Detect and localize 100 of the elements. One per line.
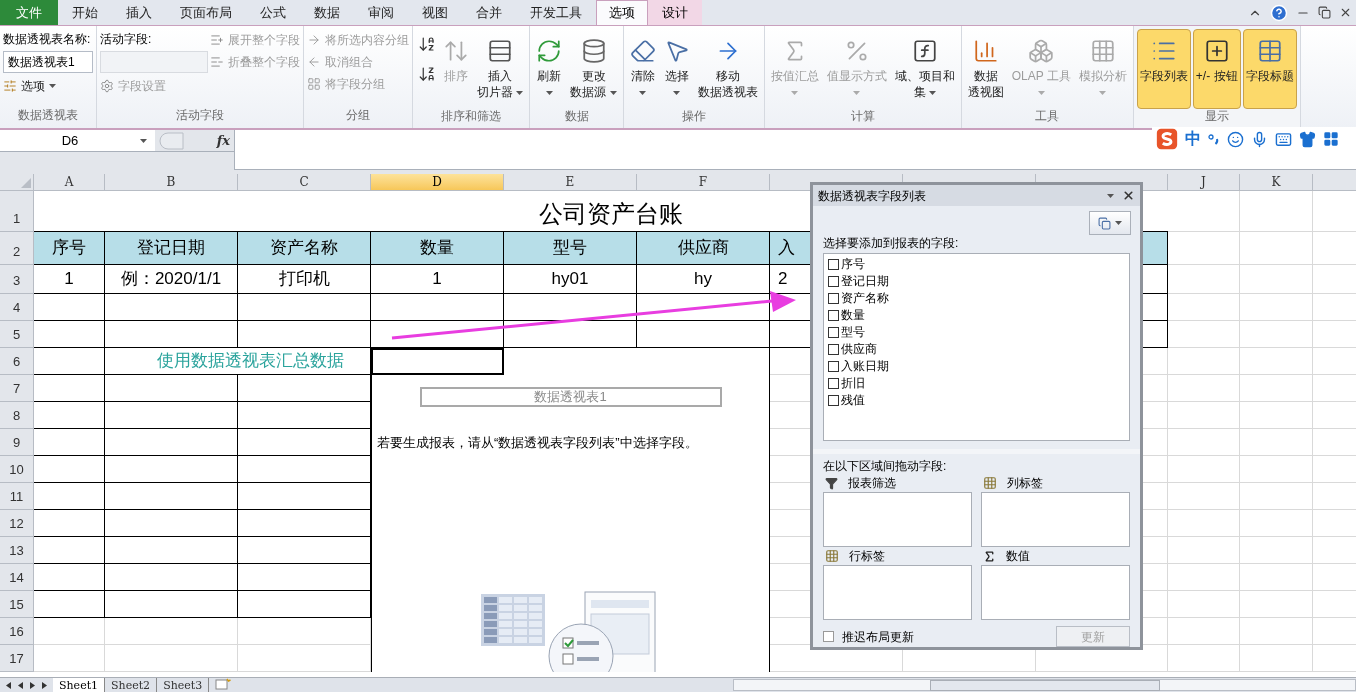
ribbon-button[interactable]: 插入 切片器 — [474, 29, 527, 109]
column-header[interactable]: D — [371, 174, 504, 191]
ribbon-tab[interactable]: 数据 — [300, 0, 354, 25]
function-button[interactable]: fx — [216, 130, 230, 151]
input-method-logo-icon[interactable] — [1156, 128, 1178, 150]
ribbon-tab[interactable]: 开发工具 — [516, 0, 596, 25]
ribbon-tab[interactable]: 公式 — [246, 0, 300, 25]
input-mode-toggle[interactable]: 中 — [1185, 127, 1201, 151]
ribbon-button[interactable]: 更改 数据源 — [567, 29, 620, 109]
row-header[interactable]: 16 — [0, 618, 34, 645]
ribbon-button[interactable]: 移动 数据透视表 — [694, 29, 761, 109]
ribbon-button[interactable]: 域、项目和 集 — [891, 29, 958, 109]
restore-icon[interactable] — [1318, 6, 1331, 19]
row-header[interactable]: 6 — [0, 348, 34, 375]
emoji-icon[interactable] — [1227, 130, 1244, 148]
checkbox[interactable] — [828, 395, 839, 406]
ribbon-button[interactable]: 选项 — [3, 75, 56, 97]
close-icon[interactable] — [1122, 189, 1135, 202]
row-header[interactable]: 7 — [0, 375, 34, 402]
field-checkbox[interactable]: 型号 — [828, 324, 1129, 341]
table-cell: hy — [637, 265, 770, 294]
caret-icon — [140, 139, 147, 144]
row-header[interactable]: 10 — [0, 456, 34, 483]
checkbox[interactable] — [828, 378, 839, 389]
row-header[interactable]: 4 — [0, 294, 34, 321]
row-header[interactable]: 17 — [0, 645, 34, 672]
drop-area[interactable] — [823, 565, 972, 620]
note-cell: 使用数据透视表汇总数据 — [105, 348, 371, 375]
checkbox[interactable] — [828, 344, 839, 355]
row-header[interactable]: 9 — [0, 429, 34, 456]
checkbox[interactable] — [828, 276, 839, 287]
ribbon-tab[interactable]: 开始 — [58, 0, 112, 25]
checkbox[interactable] — [828, 259, 839, 270]
ribbon-button[interactable]: 清除 — [626, 29, 659, 109]
column-header[interactable]: B — [105, 174, 238, 191]
field-checkbox[interactable]: 数量 — [828, 307, 1129, 324]
drop-area[interactable] — [823, 492, 972, 547]
column-header[interactable]: K — [1240, 174, 1313, 191]
microphone-icon[interactable] — [1251, 130, 1268, 148]
group-title: 数据 — [563, 109, 590, 123]
handle-icon[interactable] — [159, 131, 185, 150]
new-sheet-icon[interactable] — [213, 678, 234, 691]
shirt-icon[interactable] — [1299, 130, 1316, 148]
row-header[interactable]: 12 — [0, 510, 34, 537]
defer-checkbox[interactable]: 推迟布局更新 — [823, 627, 1056, 646]
sheet-tab[interactable]: Sheet1 — [53, 678, 106, 692]
sigma-icon — [983, 549, 996, 563]
caret-icon — [545, 90, 553, 95]
checkbox[interactable] — [828, 361, 839, 372]
list-plus-icon — [210, 33, 224, 47]
horizontal-scrollbar[interactable] — [733, 679, 1356, 691]
drop-area[interactable] — [981, 492, 1130, 547]
row-header[interactable]: 13 — [0, 537, 34, 564]
close-icon[interactable] — [1339, 6, 1352, 19]
name-box[interactable]: D6 — [0, 130, 155, 152]
ribbon-tab[interactable]: 审阅 — [354, 0, 408, 25]
row-header[interactable]: 5 — [0, 321, 34, 348]
row-header[interactable]: 2 — [0, 232, 34, 265]
active-cell[interactable] — [371, 348, 504, 375]
ribbon-tab[interactable]: 文件 — [0, 0, 58, 25]
keyboard-icon[interactable] — [1275, 130, 1292, 148]
ribbon-button[interactable]: 字段列表 — [1136, 29, 1191, 109]
column-header[interactable]: J — [1168, 174, 1240, 191]
ribbon-tab[interactable]: 页面布局 — [166, 0, 246, 25]
ribbon-button[interactable]: +/- 按钮 — [1192, 29, 1241, 109]
ribbon-button[interactable]: 选择 — [660, 29, 693, 109]
layout-button[interactable] — [1089, 211, 1131, 235]
punctuation-icon[interactable] — [1208, 133, 1220, 145]
help-icon[interactable] — [1270, 3, 1288, 22]
checkbox[interactable] — [828, 310, 839, 321]
column-header[interactable]: E — [504, 174, 637, 191]
ribbon-tab[interactable]: 选项 — [596, 0, 648, 25]
group-title: 分组 — [345, 108, 371, 122]
ribbon-button[interactable]: 数据 透视图 — [964, 29, 1007, 109]
column-header[interactable]: C — [238, 174, 371, 191]
text-field[interactable]: 数据透视表1 — [3, 51, 93, 73]
column-header[interactable]: A — [34, 174, 105, 191]
column-header[interactable]: F — [637, 174, 770, 191]
row-header[interactable]: 3 — [0, 265, 34, 294]
ribbon-button[interactable]: 刷新 — [533, 29, 566, 109]
row-header[interactable]: 8 — [0, 402, 34, 429]
grid-icon[interactable] — [1323, 131, 1339, 147]
ribbon-tab[interactable]: 视图 — [408, 0, 462, 25]
row-header[interactable]: 1 — [0, 191, 34, 232]
field-checkbox[interactable]: 供应商 — [828, 341, 1129, 358]
drop-area[interactable] — [981, 565, 1130, 620]
row-header[interactable]: 15 — [0, 591, 34, 618]
field-checkbox[interactable]: 折旧 — [828, 375, 1129, 392]
row-header[interactable]: 11 — [0, 483, 34, 510]
checkbox[interactable] — [823, 631, 834, 642]
checkbox[interactable] — [828, 327, 839, 338]
ribbon-tab[interactable]: 设计 — [648, 0, 702, 25]
ribbon-button[interactable]: 字段标题 — [1242, 29, 1297, 109]
checkbox[interactable] — [828, 293, 839, 304]
ribbon-tab[interactable]: 合并 — [462, 0, 516, 25]
row-header[interactable]: 14 — [0, 564, 34, 591]
field-checkbox[interactable]: 入账日期 — [828, 358, 1129, 375]
formula-field[interactable] — [235, 130, 1356, 170]
field-checkbox[interactable]: 残值 — [828, 392, 1129, 409]
ribbon-tab[interactable]: 插入 — [112, 0, 166, 25]
